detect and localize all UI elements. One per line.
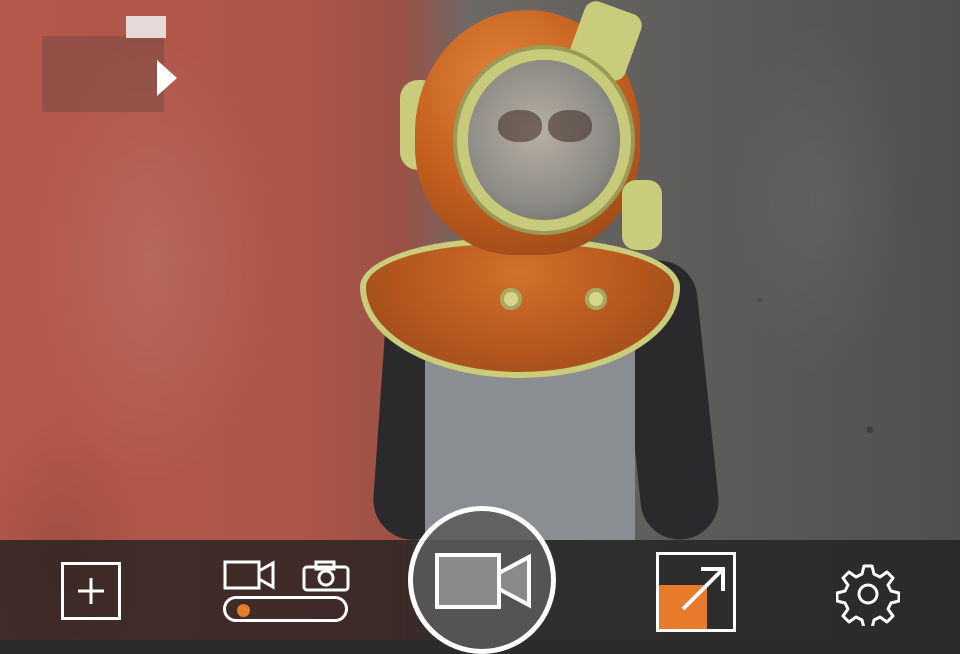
helmet-bolt xyxy=(585,288,607,310)
record-button[interactable] xyxy=(408,506,556,654)
helmet-faceplate xyxy=(468,60,620,220)
preview-thumbnail[interactable] xyxy=(42,36,164,112)
play-right-icon[interactable] xyxy=(157,60,177,96)
photo-camera-icon[interactable] xyxy=(302,560,350,592)
plus-icon xyxy=(78,578,104,604)
sunglasses-lens xyxy=(548,110,592,142)
subject-figure xyxy=(340,0,723,544)
expand-arrow-icon xyxy=(681,567,725,611)
mode-switch-knob[interactable] xyxy=(237,604,250,617)
helmet-rear-valve xyxy=(622,180,662,250)
helmet-bolt xyxy=(500,288,522,310)
video-camera-icon xyxy=(435,553,531,609)
add-button[interactable] xyxy=(61,562,121,620)
video-camera-icon[interactable] xyxy=(223,559,275,591)
expand-button[interactable] xyxy=(656,552,736,632)
gear-icon[interactable] xyxy=(836,562,900,626)
sunglasses-lens xyxy=(498,110,542,142)
mode-switch[interactable] xyxy=(223,596,348,622)
preview-tab[interactable] xyxy=(126,16,166,38)
